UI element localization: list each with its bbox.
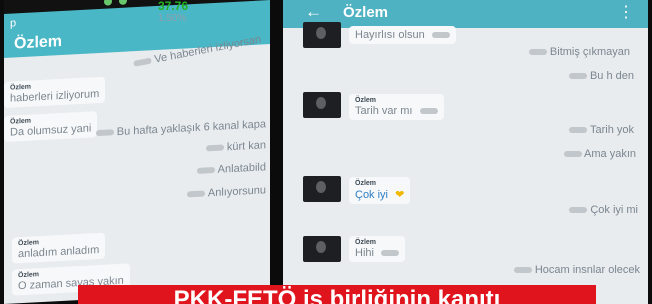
read-receipt-icon	[197, 167, 216, 174]
avatar	[303, 22, 341, 48]
contact-name: p Özlem	[10, 17, 63, 54]
status-indicator-icon	[119, 0, 127, 5]
avatar	[303, 236, 341, 262]
message-outgoing: Tarih yok	[565, 124, 634, 136]
overflow-menu-icon[interactable]: ⋮	[618, 2, 634, 22]
right-phone-screen: ← Özlem ⋮ Hayırlısı olsun Bitmiş çıkmaya…	[283, 0, 648, 304]
message-outgoing: Bu h den	[565, 70, 634, 82]
message-outgoing: Çok iyi mi	[565, 204, 638, 216]
news-caption-banner: PKK-FETÖ iş birliğinin kanıtı	[78, 285, 596, 304]
read-receipt-icon	[569, 207, 588, 214]
arrow-left-icon[interactable]: ←	[305, 2, 322, 22]
read-receipt-icon	[95, 129, 114, 137]
read-receipt-icon	[187, 190, 206, 198]
read-receipt-icon	[563, 151, 582, 158]
message-incoming: Hayırlısı olsun	[349, 26, 456, 44]
message-incoming: Özlem Çok iyi ❤	[349, 177, 411, 204]
message-outgoing: kürt kan	[202, 139, 266, 154]
message-outgoing: Anlıyorsunu	[183, 184, 266, 200]
message-outgoing: Ama yakın	[560, 148, 636, 160]
ticker-percent: 1.50%	[158, 13, 187, 24]
status-bar	[4, 0, 270, 14]
stock-ticker: 37.76 1.50%	[158, 0, 198, 25]
read-receipt-icon	[528, 49, 547, 56]
read-receipt-icon	[133, 57, 153, 67]
message-outgoing: Anlatabild	[193, 161, 266, 177]
read-receipt-icon	[568, 73, 587, 80]
message-outgoing: Bitmiş çıkmayan	[525, 46, 630, 58]
read-receipt-icon	[381, 250, 400, 257]
message-outgoing: Bu hafta yaklaşık 6 kanal kapa	[92, 118, 266, 139]
read-receipt-icon	[419, 108, 438, 115]
message-incoming: Özlem Da olumsuz yani	[4, 111, 98, 142]
left-phone-screen: p Özlem Ve haberleri izliyorsan Özlem ha…	[4, 0, 270, 304]
status-letter: p	[10, 17, 17, 30]
message-incoming: Özlem haberleri izliyorum	[4, 76, 106, 108]
ticker-value: 37.76	[158, 0, 189, 13]
message-incoming: Özlem Tarih var mı	[349, 94, 444, 120]
contact-name: Özlem	[343, 4, 389, 21]
read-receipt-icon	[205, 144, 224, 152]
read-receipt-icon	[431, 32, 450, 39]
message-incoming: Özlem Hihi	[349, 236, 406, 262]
message-outgoing: Hocam insnlar olecek	[510, 264, 640, 276]
avatar	[303, 176, 341, 202]
read-receipt-icon	[513, 267, 532, 274]
heart-emoji-icon: ❤	[395, 189, 405, 201]
avatar	[303, 92, 341, 118]
contact-name-text: Özlem	[14, 32, 63, 53]
read-receipt-icon	[569, 127, 588, 134]
message-incoming: Özlem anladım anladım	[12, 232, 106, 264]
status-indicator-icon	[104, 0, 112, 6]
